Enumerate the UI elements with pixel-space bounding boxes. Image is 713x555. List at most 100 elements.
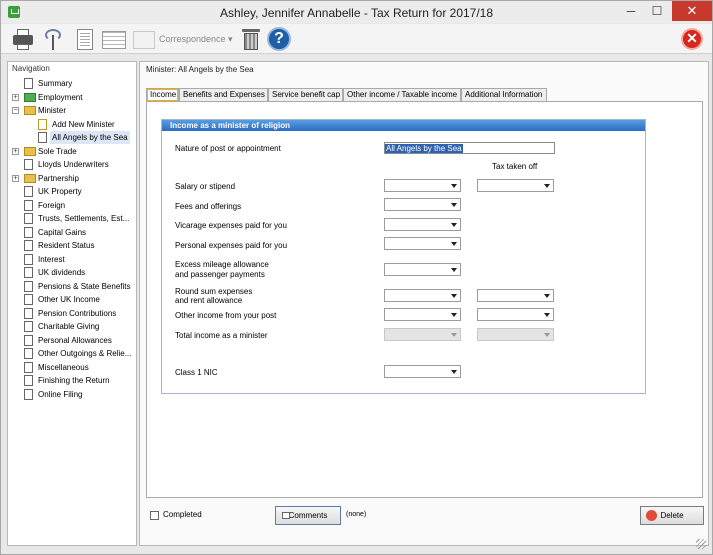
delete-button[interactable]: Delete (640, 506, 704, 525)
page-icon (24, 159, 33, 170)
page-icon (24, 362, 33, 373)
personal-expenses-dropdown[interactable] (384, 237, 461, 250)
tab-benefits-and-expenses[interactable]: Benefits and Expenses (179, 88, 268, 102)
dropdown-arrow-icon (451, 294, 457, 298)
page-icon (24, 389, 33, 400)
excess-mileage-dropdown[interactable] (384, 263, 461, 276)
tab-income[interactable]: Income (146, 88, 179, 102)
salary-label: Salary or stipend (175, 182, 236, 191)
nature-of-post-label: Nature of post or appointment (175, 144, 281, 153)
total-income-label: Total income as a minister (175, 331, 268, 340)
salary-tax-dropdown[interactable] (477, 179, 554, 192)
class-1-nic-label: Class 1 NIC (175, 368, 218, 377)
nature-of-post-input[interactable]: All Angels by the Sea (384, 142, 555, 154)
other-income-tax-dropdown[interactable] (477, 308, 554, 321)
personal-expenses-label: Personal expenses paid for you (175, 241, 288, 250)
dropdown-arrow-icon (451, 223, 457, 227)
broadcast-icon[interactable] (41, 27, 65, 51)
comments-status: (none) (346, 511, 367, 518)
nature-of-post-value: All Angels by the Sea (385, 144, 463, 153)
trash-bin-icon[interactable] (239, 27, 263, 51)
excess-mileage-label-1: Excess mileage allowance (175, 260, 269, 269)
dropdown-arrow-icon (544, 294, 550, 298)
round-sum-dropdown[interactable] (384, 289, 461, 302)
folder-icon (24, 106, 36, 115)
section-title: Income as a minister of religion (162, 120, 645, 131)
dropdown-arrow-icon (451, 184, 457, 188)
dropdown-arrow-icon (451, 268, 457, 272)
completed-label: Completed (163, 510, 202, 519)
main-panel: Minister: All Angels by the Sea Income B… (139, 61, 709, 546)
round-sum-label-1: Round sum expenses (175, 287, 253, 296)
checked-folder-icon (24, 93, 36, 102)
title-bar: Ashley, Jennifer Annabelle - Tax Return … (1, 1, 712, 23)
expand-icon[interactable]: + (12, 148, 19, 155)
printer-icon[interactable] (11, 27, 35, 51)
round-sum-tax-dropdown[interactable] (477, 289, 554, 302)
completed-checkbox[interactable] (150, 511, 159, 520)
vicarage-expenses-dropdown[interactable] (384, 218, 461, 231)
tab-other-income-taxable-income[interactable]: Other income / Taxable income (343, 88, 461, 102)
dropdown-arrow-icon (451, 242, 457, 246)
navigation-panel: Navigation Summary + Employment − Minister… (7, 61, 137, 546)
comments-label: Comments (288, 511, 328, 520)
close-window-button[interactable]: ✕ (672, 1, 712, 21)
salary-dropdown[interactable] (384, 179, 461, 192)
resize-grip[interactable] (696, 539, 706, 549)
page-icon (24, 321, 33, 332)
total-income-dropdown (384, 328, 461, 341)
delete-icon (646, 510, 657, 521)
page-icon (24, 281, 33, 292)
dropdown-arrow-icon (451, 203, 457, 207)
fees-dropdown[interactable] (384, 198, 461, 211)
expand-icon[interactable]: + (12, 94, 19, 101)
class-1-nic-dropdown[interactable] (384, 365, 461, 378)
bottom-bar: Completed Comments (none) Delete (146, 505, 704, 535)
dropdown-arrow-icon (451, 333, 457, 337)
dropdown-arrow-icon (451, 313, 457, 317)
collapse-icon[interactable]: − (12, 107, 19, 114)
income-section: Income as a minister of religion Nature … (161, 119, 646, 394)
dropdown-arrow-icon (451, 370, 457, 374)
page-icon (24, 227, 33, 238)
new-page-icon (38, 119, 47, 130)
other-income-label: Other income from your post (175, 311, 277, 320)
page-icon (24, 213, 33, 224)
tab-additional-information[interactable]: Additional Information (461, 88, 547, 102)
excess-mileage-label-2: and passenger payments (175, 270, 265, 279)
page-icon (24, 294, 33, 305)
correspondence-menu[interactable]: Correspondence ▾ (159, 34, 233, 45)
document-icon[interactable] (73, 27, 97, 51)
page-icon (24, 348, 33, 359)
spreadsheet-icon[interactable] (101, 27, 127, 51)
comments-button[interactable]: Comments (275, 506, 341, 525)
page-icon (24, 254, 33, 265)
breadcrumb: Minister: All Angels by the Sea (146, 65, 254, 74)
folder-icon (24, 147, 36, 156)
minimize-button[interactable]: ─ (618, 1, 644, 21)
navigation-title: Navigation (12, 64, 50, 73)
tab-service-benefit-cap[interactable]: Service benefit cap (268, 88, 343, 102)
blank-page-icon[interactable] (133, 27, 157, 51)
page-icon (24, 267, 33, 278)
page-icon (24, 375, 33, 386)
maximize-button[interactable]: ☐ (644, 1, 670, 21)
expand-icon[interactable]: + (12, 175, 19, 182)
folder-icon (24, 174, 36, 183)
page-icon (24, 78, 33, 89)
page-icon (24, 308, 33, 319)
delete-label: Delete (660, 511, 684, 520)
other-income-dropdown[interactable] (384, 308, 461, 321)
page-icon (24, 240, 33, 251)
dropdown-arrow-icon (544, 184, 550, 188)
vicarage-expenses-label: Vicarage expenses paid for you (175, 221, 287, 230)
help-icon[interactable]: ? (267, 27, 291, 51)
page-icon (24, 186, 33, 197)
app-window: Ashley, Jennifer Annabelle - Tax Return … (0, 0, 713, 555)
round-sum-label-2: and rent allowance (175, 296, 243, 305)
fees-label: Fees and offerings (175, 202, 242, 211)
exit-icon[interactable]: ✕ (681, 28, 703, 50)
page-icon (38, 132, 47, 143)
toolbar: Correspondence ▾ ? ✕ (1, 24, 712, 54)
dropdown-arrow-icon (544, 313, 550, 317)
